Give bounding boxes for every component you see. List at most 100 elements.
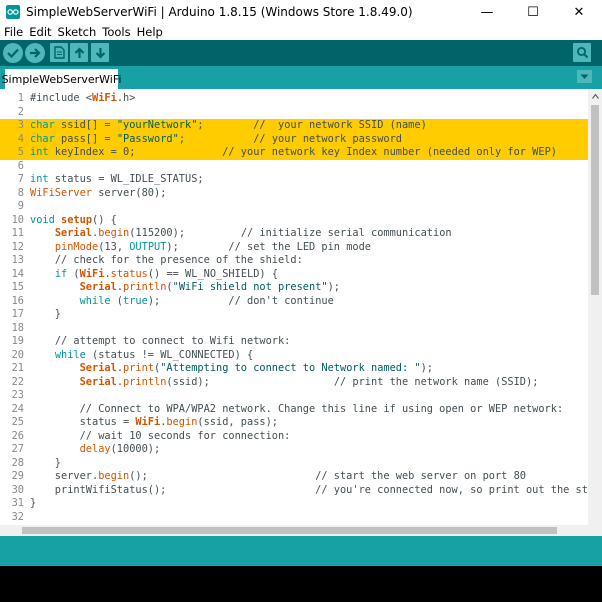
- line-number: 12: [11, 240, 24, 253]
- line-number: 10: [11, 213, 24, 226]
- code-token: // print the network name (SSID);: [333, 375, 539, 388]
- code-line[interactable]: 29 server.begin(); // start the web serv…: [0, 470, 588, 484]
- code-editor[interactable]: 1 #include <WiFi.h> 2 3 char ssid[] = "yourN…: [0, 89, 602, 536]
- line-number: 11: [11, 227, 24, 239]
- code-line[interactable]: 24 // Connect to WPA/WPA2 network. Chang…: [0, 403, 588, 417]
- code-text: if (WiFi.status() == WL_NO_SHIELD) {: [30, 268, 278, 282]
- tab-menu-button[interactable]: [577, 70, 592, 83]
- code-token: begin: [98, 470, 130, 482]
- code-text: Serial.println(ssid); // print the netwo…: [30, 375, 539, 390]
- horizontal-scroll-thumb[interactable]: [22, 527, 557, 534]
- code-text: }: [30, 497, 36, 511]
- code-line[interactable]: 5 int keyIndex = 0; // your network key I…: [0, 146, 588, 160]
- maximize-button[interactable]: ☐: [510, 0, 556, 24]
- line-number: 30: [11, 483, 24, 496]
- code-line[interactable]: 23: [0, 389, 588, 403]
- vertical-scroll-thumb[interactable]: [591, 105, 599, 295]
- new-sketch-button[interactable]: [50, 43, 68, 62]
- line-number: 7: [17, 173, 24, 185]
- code-token: );: [327, 281, 341, 293]
- code-line[interactable]: 25 status = WiFi.begin(ssid, pass);: [0, 416, 588, 430]
- code-line[interactable]: 9: [0, 200, 588, 214]
- toolbar: [0, 40, 602, 66]
- code-token: (ssid);: [166, 375, 334, 388]
- code-token: Serial: [54, 227, 93, 239]
- horizontal-scrollbar[interactable]: [0, 525, 588, 536]
- code-token: "yourNetwork": [116, 119, 198, 131]
- window-title: SimpleWebServerWiFi | Arduino 1.8.15 (Wi…: [26, 5, 413, 19]
- code-line[interactable]: 6: [0, 160, 588, 174]
- code-line[interactable]: 18: [0, 322, 588, 336]
- code-line[interactable]: 3 char ssid[] = "yourNetwork"; // your ne…: [0, 119, 588, 133]
- code-token: ssid[] =: [54, 119, 117, 131]
- tab-simplewebserverwifi[interactable]: SimpleWebServerWiFi: [2, 69, 121, 89]
- code-token: () == WL_NO_SHIELD) {: [147, 267, 279, 280]
- code-token: pass[] =: [54, 132, 117, 145]
- code-token: int: [30, 173, 49, 185]
- line-number: 1: [17, 92, 24, 104]
- code-token: server(80);: [92, 186, 167, 199]
- close-button[interactable]: ✕: [556, 0, 602, 24]
- code-line[interactable]: 27 delay(10000);: [0, 443, 588, 457]
- code-line[interactable]: 14 if (WiFi.status() == WL_NO_SHIELD) {: [0, 268, 588, 282]
- code-line[interactable]: 8 WiFiServer server(80);: [0, 187, 588, 201]
- line-number: 26: [11, 429, 24, 442]
- upload-button[interactable]: [25, 43, 45, 63]
- code-line[interactable]: 31}: [0, 497, 588, 511]
- code-token: "Attempting to connect to Network named:…: [160, 362, 421, 374]
- code-line[interactable]: 32: [0, 511, 588, 525]
- code-token: // check for the presence of the shield:: [54, 254, 303, 266]
- chevron-down-icon: [580, 74, 589, 79]
- code-line[interactable]: 22 Serial.println(ssid); // print the ne…: [0, 376, 588, 390]
- scroll-up-arrow[interactable]: [588, 89, 602, 103]
- code-line[interactable]: 21 Serial.print("Attempting to connect t…: [0, 362, 588, 376]
- code-line[interactable]: 10 void setup() {: [0, 214, 588, 228]
- code-line[interactable]: 2: [0, 106, 588, 120]
- code-token: // your network key Index number (needed…: [222, 146, 557, 158]
- menu-edit[interactable]: Edit: [25, 25, 53, 39]
- code-token: printWifiStatus();: [30, 483, 316, 496]
- open-button[interactable]: [70, 43, 88, 62]
- save-button[interactable]: [91, 43, 109, 62]
- code-line[interactable]: 11 Serial.begin(115200); // initialize s…: [0, 227, 588, 241]
- code-text: int keyIndex = 0; // your network key In…: [30, 146, 557, 160]
- code-token: char: [30, 119, 55, 131]
- line-number: 5: [17, 146, 24, 158]
- menu-file[interactable]: File: [0, 25, 25, 39]
- code-line[interactable]: 19 // attempt to connect to Wifi network…: [0, 335, 588, 349]
- code-text: #include <WiFi.h>: [30, 92, 135, 106]
- code-token: status =: [30, 416, 136, 428]
- code-line[interactable]: 16 while (true); // don't continue: [0, 295, 588, 309]
- code-line[interactable]: 7 int status = WL_IDLE_STATUS;: [0, 173, 588, 187]
- minimize-button[interactable]: —: [464, 0, 510, 24]
- code-line[interactable]: 26 // wait 10 seconds for connection:: [0, 430, 588, 444]
- code-token: keyIndex = 0;: [48, 146, 223, 158]
- code-line[interactable]: 15 Serial.println("WiFi shield not prese…: [0, 281, 588, 295]
- code-line[interactable]: 28 }: [0, 457, 588, 471]
- code-token: (ssid, pass);: [197, 416, 278, 428]
- code-line[interactable]: 30 printWifiStatus(); // you're connecte…: [0, 483, 602, 498]
- vertical-scrollbar[interactable]: [588, 89, 602, 525]
- serial-monitor-button[interactable]: [573, 43, 591, 62]
- verify-button[interactable]: [3, 43, 23, 63]
- code-line[interactable]: 17 }: [0, 308, 588, 322]
- code-line[interactable]: 13 // check for the presence of the shie…: [0, 254, 588, 268]
- menu-help[interactable]: Help: [133, 25, 165, 39]
- minimize-icon: —: [480, 4, 494, 20]
- menu-tools[interactable]: Tools: [98, 25, 132, 39]
- code-text: int status = WL_IDLE_STATUS;: [30, 173, 204, 187]
- menu-sketch[interactable]: Sketch: [54, 25, 99, 39]
- code-token: Serial: [79, 281, 117, 293]
- code-line[interactable]: 20 while (status != WL_CONNECTED) {: [0, 349, 588, 363]
- code-token: // your network password: [253, 132, 403, 145]
- line-number: 32: [11, 510, 24, 523]
- code-line[interactable]: 1 #include <WiFi.h>: [0, 92, 588, 106]
- code-line[interactable]: 4 char pass[] = "Password"; // your netwo…: [0, 132, 588, 146]
- code-line[interactable]: 12 pinMode(13, OUTPUT); // set the LED p…: [0, 241, 588, 255]
